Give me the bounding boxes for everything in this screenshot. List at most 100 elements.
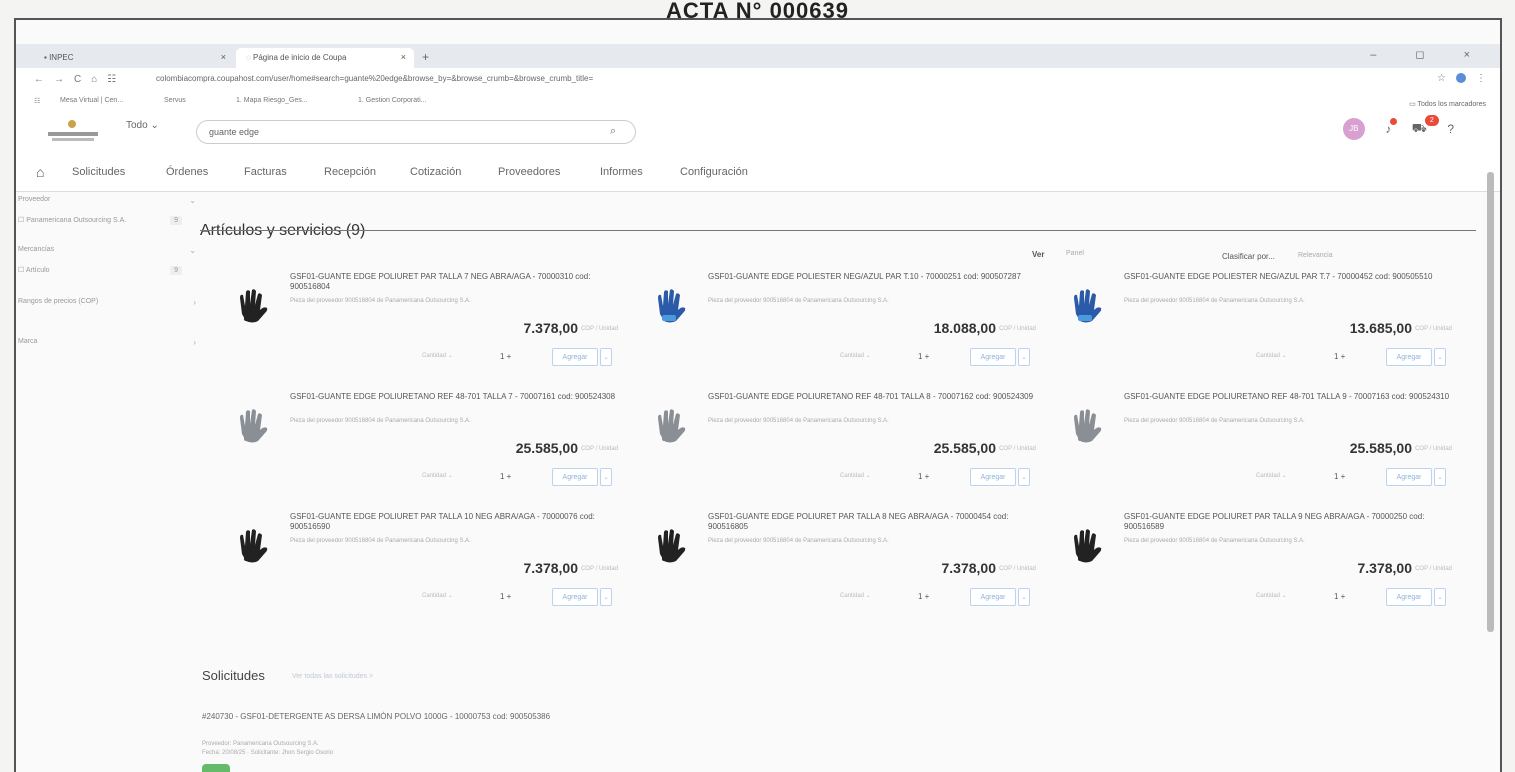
glove-image[interactable]: [1066, 284, 1108, 326]
glove-image[interactable]: [650, 404, 692, 446]
apps-grid-icon[interactable]: ☷: [34, 97, 40, 105]
avatar[interactable]: JB: [1342, 118, 1365, 140]
page-scrollbar[interactable]: [1487, 172, 1494, 632]
glove-image[interactable]: [650, 284, 692, 326]
search-input[interactable]: [196, 120, 636, 144]
home-icon[interactable]: ⌂: [91, 74, 107, 85]
chevron-down-icon[interactable]: ⌄: [1018, 468, 1030, 486]
tab-inpec[interactable]: ▪ INPEC ×: [34, 48, 234, 68]
add-to-cart-button[interactable]: Agregar: [552, 348, 598, 366]
profile-icon[interactable]: [1456, 73, 1466, 84]
filter-rango-precios[interactable]: Rangos de precios (COP) ›: [18, 298, 198, 318]
request-item[interactable]: #240730 - GSF01-DETERGENTE AS DERSA LIMÓ…: [202, 712, 602, 722]
add-to-cart-button[interactable]: Agregar: [1386, 468, 1432, 486]
inpec-tab-icon: ▪: [44, 53, 47, 62]
menu-proveedores[interactable]: Proveedores: [498, 166, 560, 178]
view-select[interactable]: Panel: [1066, 250, 1084, 257]
tab-coupa[interactable]: ◌ Página de inicio de Coupa ×: [236, 48, 414, 68]
product-title[interactable]: GSF01-GUANTE EDGE POLIURET PAR TALLA 9 N…: [1124, 512, 1450, 532]
back-icon[interactable]: ←: [34, 74, 54, 85]
site-info-icon[interactable]: ☷: [107, 74, 126, 85]
bookmark-star-icon[interactable]: ☆: [1437, 73, 1446, 84]
product-price: 25.585,00: [1349, 440, 1412, 456]
chevron-down-icon[interactable]: ⌄: [600, 348, 612, 366]
product-title[interactable]: GSF01-GUANTE EDGE POLIURETANO REF 48-701…: [708, 392, 1034, 402]
menu-informes[interactable]: Informes: [600, 166, 643, 178]
search-icon[interactable]: ⌕: [610, 125, 616, 138]
menu-solicitudes[interactable]: Solicitudes: [72, 166, 125, 178]
search-scope-select[interactable]: Todo ⌄: [126, 120, 159, 131]
view-all-requests-link[interactable]: Ver todas las solicitudes >: [292, 673, 373, 680]
add-to-cart-button[interactable]: Agregar: [970, 348, 1016, 366]
sort-select[interactable]: Relevancia: [1298, 252, 1333, 259]
add-to-cart-button[interactable]: Agregar: [1386, 348, 1432, 366]
chevron-down-icon: ⌄: [189, 246, 196, 255]
product-title[interactable]: GSF01-GUANTE EDGE POLIURET PAR TALLA 7 N…: [290, 272, 616, 292]
menu-facturas[interactable]: Facturas: [244, 166, 287, 178]
add-to-cart-button[interactable]: Agregar: [970, 468, 1016, 486]
glove-image[interactable]: [232, 284, 274, 326]
quantity-stepper[interactable]: 1 +: [500, 472, 530, 481]
bookmarks-folder[interactable]: ▭ Todos los marcadores: [1409, 100, 1486, 108]
close-icon[interactable]: ×: [401, 52, 406, 62]
glove-image[interactable]: [232, 404, 274, 446]
quantity-stepper[interactable]: 1 +: [500, 352, 530, 361]
reload-icon[interactable]: C: [74, 74, 91, 85]
quantity-stepper[interactable]: 1 +: [500, 592, 530, 601]
forward-icon[interactable]: →: [54, 74, 74, 85]
home-icon[interactable]: ⌂: [36, 164, 44, 180]
notification-bell-icon[interactable]: ♪: [1385, 118, 1398, 136]
chevron-down-icon[interactable]: ⌄: [600, 468, 612, 486]
glove-image[interactable]: [650, 524, 692, 566]
quantity-stepper[interactable]: 1 +: [918, 592, 948, 601]
quantity-stepper[interactable]: 1 +: [1334, 592, 1364, 601]
quantity-stepper[interactable]: 1 +: [1334, 352, 1364, 361]
filter-proveedor[interactable]: Proveedor ⌄: [18, 196, 198, 216]
quantity-stepper[interactable]: 1 +: [1334, 472, 1364, 481]
glove-image[interactable]: [1066, 524, 1108, 566]
checkbox[interactable]: ☐: [18, 267, 26, 274]
chevron-down-icon[interactable]: ⌄: [1434, 588, 1446, 606]
chevron-down-icon[interactable]: ⌄: [1018, 348, 1030, 366]
bookmark-3[interactable]: 1. Mapa Riesgo_Ges...: [236, 97, 308, 104]
results-title: Artículos y servicios (9): [200, 222, 366, 239]
add-to-cart-button[interactable]: Agregar: [552, 468, 598, 486]
product-title[interactable]: GSF01-GUANTE EDGE POLIURET PAR TALLA 8 N…: [708, 512, 1034, 532]
bookmark-4[interactable]: 1. Gestion Corporati...: [358, 97, 426, 104]
menu-cotizacion[interactable]: Cotización: [410, 166, 461, 178]
chevron-down-icon[interactable]: ⌄: [1434, 348, 1446, 366]
menu-recepcion[interactable]: Recepción: [324, 166, 376, 178]
quantity-label: Cantidad ⌄: [422, 353, 453, 359]
product-title[interactable]: GSF01-GUANTE EDGE POLIESTER NEG/AZUL PAR…: [708, 272, 1034, 282]
new-tab-button[interactable]: +: [422, 50, 429, 64]
add-to-cart-button[interactable]: Agregar: [552, 588, 598, 606]
bookmark-2[interactable]: Servus: [164, 97, 186, 104]
cart-icon[interactable]: ⛟ 2: [1412, 115, 1439, 137]
filter-option-articulo[interactable]: ☐ Artículo 9: [18, 266, 198, 286]
add-to-cart-button[interactable]: Agregar: [1386, 588, 1432, 606]
filter-mercancias[interactable]: Mercancías ⌄: [18, 246, 198, 266]
quantity-stepper[interactable]: 1 +: [918, 352, 948, 361]
menu-ordenes[interactable]: Órdenes: [166, 166, 208, 178]
quantity-stepper[interactable]: 1 +: [918, 472, 948, 481]
checkbox[interactable]: ☐: [18, 217, 26, 224]
filter-marca[interactable]: Marca ›: [18, 338, 198, 358]
product-title[interactable]: GSF01-GUANTE EDGE POLIURET PAR TALLA 10 …: [290, 512, 616, 532]
menu-configuracion[interactable]: Configuración: [680, 166, 748, 178]
help-icon[interactable]: ?: [1447, 122, 1454, 136]
product-title[interactable]: GSF01-GUANTE EDGE POLIESTER NEG/AZUL PAR…: [1124, 272, 1450, 282]
chevron-down-icon[interactable]: ⌄: [1018, 588, 1030, 606]
chevron-down-icon[interactable]: ⌄: [1434, 468, 1446, 486]
glove-image[interactable]: [232, 524, 274, 566]
chevron-down-icon[interactable]: ⌄: [600, 588, 612, 606]
product-title[interactable]: GSF01-GUANTE EDGE POLIURETANO REF 48-701…: [290, 392, 616, 402]
filter-option-panamericana[interactable]: ☐ Panamericana Outsourcing S.A. 9: [18, 216, 198, 236]
more-menu-icon[interactable]: ⋮: [1476, 73, 1486, 84]
glove-image[interactable]: [1066, 404, 1108, 446]
bookmark-1[interactable]: Mesa Virtual | Cen...: [60, 97, 123, 104]
close-icon[interactable]: ×: [221, 52, 226, 62]
product-title[interactable]: GSF01-GUANTE EDGE POLIURETANO REF 48-701…: [1124, 392, 1450, 402]
add-to-cart-button[interactable]: Agregar: [970, 588, 1016, 606]
url-text[interactable]: colombiacompra.coupahost.com/user/home#s…: [156, 74, 1056, 83]
window-controls[interactable]: – ◻ ×: [1370, 48, 1488, 61]
